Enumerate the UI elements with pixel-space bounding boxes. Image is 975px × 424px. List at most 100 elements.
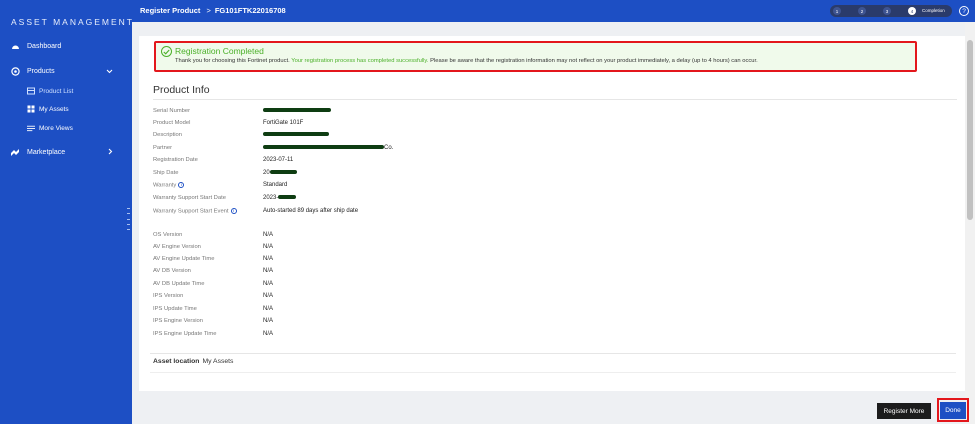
info-label: Warranty Support Start Event i [153, 207, 263, 214]
chevron-right-icon [108, 148, 113, 157]
redaction-mark [263, 108, 331, 113]
sidebar-subitem-my-assets[interactable]: My Assets [27, 105, 69, 113]
list-icon [27, 87, 35, 95]
version-value: N/A [263, 293, 274, 299]
register-more-button[interactable]: Register More [877, 403, 931, 419]
sidebar-item-products[interactable]: Products [10, 66, 122, 76]
info-row: Serial Number [153, 106, 331, 116]
version-row: AV DB Update Time N/A [153, 279, 273, 289]
redaction-mark [278, 195, 297, 200]
redaction-mark [269, 170, 297, 175]
info-row: Registration Date 2023-07-11 [153, 155, 293, 165]
version-row: IPS Version N/A [153, 291, 273, 301]
sidebar-item-label: Marketplace [27, 148, 66, 156]
asset-location-label: Asset location [153, 358, 200, 365]
header-bar: Register Product > FG101FTK22016708 1 2 3 … [132, 0, 975, 22]
version-value: N/A [263, 318, 274, 324]
asset-location: Asset location My Assets [153, 358, 233, 365]
views-icon [27, 124, 35, 132]
info-label: Product Model [153, 120, 191, 126]
step-3: 3 [883, 7, 891, 15]
sidebar-subitem-label: Product List [39, 87, 74, 95]
sidebar: ASSET MANAGEMENT Dashboard Products Prod… [0, 0, 132, 424]
assets-icon [27, 105, 35, 113]
alert-message-end: Please be aware that the registration in… [430, 58, 758, 64]
divider [153, 99, 957, 100]
info-value [263, 108, 331, 114]
version-label: AV Engine Version [153, 244, 201, 250]
step-4: 4 [908, 7, 916, 15]
info-label: Ship Date [153, 170, 179, 176]
check-circle-icon [161, 46, 172, 57]
info-value [263, 132, 329, 138]
info-value: 2023-07-11 [263, 157, 294, 163]
help-icon[interactable]: ? [959, 6, 969, 16]
version-label: IPS Engine Version [153, 318, 203, 324]
sidebar-subitem-more-views[interactable]: More Views [27, 124, 73, 132]
step-2: 2 [858, 7, 866, 15]
sidebar-item-label: Products [27, 67, 55, 75]
chevron-down-icon [106, 67, 113, 76]
alert-message: Thank you for choosing this Fortinet pro… [175, 58, 758, 64]
sidebar-subitem-product-list[interactable]: Product List [27, 87, 73, 95]
info-row: Description [153, 130, 329, 140]
version-value: N/A [263, 281, 274, 287]
app-title: ASSET MANAGEMENT [11, 17, 134, 27]
success-alert: Registration Completed Thank you for cho… [154, 41, 917, 72]
version-row: AV Engine Version N/A [153, 242, 273, 252]
current-step-label: Completion [922, 8, 945, 13]
section-title: Product Info [153, 84, 210, 96]
breadcrumb: Register Product > FG101FTK22016708 [140, 6, 286, 15]
info-row: Product Model FortiGate 101F [153, 118, 303, 128]
info-value: 2023- [263, 195, 297, 201]
version-row: AV Engine Update Time N/A [153, 254, 273, 264]
version-value: N/A [263, 244, 274, 250]
version-row: AV DB Version N/A [153, 266, 273, 276]
info-value: 20 [263, 170, 297, 176]
info-label: Warranty Support Start Date [153, 195, 226, 201]
dashboard-icon [10, 41, 20, 51]
sidebar-subitem-label: More Views [39, 124, 73, 132]
info-icon[interactable]: i [178, 181, 185, 188]
version-label: IPS Version [153, 293, 184, 299]
version-value: N/A [263, 268, 274, 274]
marketplace-icon [10, 147, 20, 157]
sidebar-resize-handle[interactable] [127, 208, 130, 230]
scrollbar-thumb[interactable] [967, 40, 973, 220]
version-value: N/A [263, 256, 274, 262]
alert-title: Registration Completed [175, 46, 264, 56]
version-value: N/A [263, 306, 274, 312]
sidebar-item-marketplace[interactable]: Marketplace [10, 147, 122, 157]
info-label: Partner [153, 145, 173, 151]
version-label: IPS Update Time [153, 306, 197, 312]
sidebar-item-label: Dashboard [27, 42, 62, 50]
version-row: IPS Update Time N/A [153, 304, 273, 314]
version-label: IPS Engine Update Time [153, 331, 217, 337]
info-value: Standard [263, 182, 288, 188]
redaction-mark [263, 145, 384, 150]
divider [150, 372, 956, 373]
info-icon[interactable]: i [230, 207, 237, 214]
sidebar-subitem-label: My Assets [39, 105, 69, 113]
version-label: AV DB Update Time [153, 281, 205, 287]
info-label: Registration Date [153, 157, 198, 163]
breadcrumb-root[interactable]: Register Product [140, 6, 200, 15]
version-row: OS Version N/A [153, 230, 273, 240]
version-label: AV DB Version [153, 268, 191, 274]
info-row: Ship Date 20 [153, 168, 297, 178]
alert-message-start: Thank you for choosing this Fortinet pro… [175, 58, 290, 64]
info-row: Warranty Support Start Event i Auto-start… [153, 206, 358, 216]
info-label: Description [153, 132, 182, 138]
version-value: N/A [263, 331, 274, 337]
info-value: Auto-started 89 days after ship date [263, 208, 359, 214]
sidebar-item-dashboard[interactable]: Dashboard [10, 41, 61, 51]
breadcrumb-serial: FG101FTK22016708 [214, 6, 286, 15]
info-value: Co. [263, 145, 393, 151]
info-value: FortiGate 101F [263, 120, 304, 126]
done-button[interactable]: Done [940, 402, 966, 419]
divider [150, 353, 956, 354]
info-label: Serial Number [153, 108, 191, 114]
version-row: IPS Engine Update Time N/A [153, 329, 273, 339]
step-1: 1 [833, 7, 841, 15]
version-row: IPS Engine Version N/A [153, 316, 273, 326]
